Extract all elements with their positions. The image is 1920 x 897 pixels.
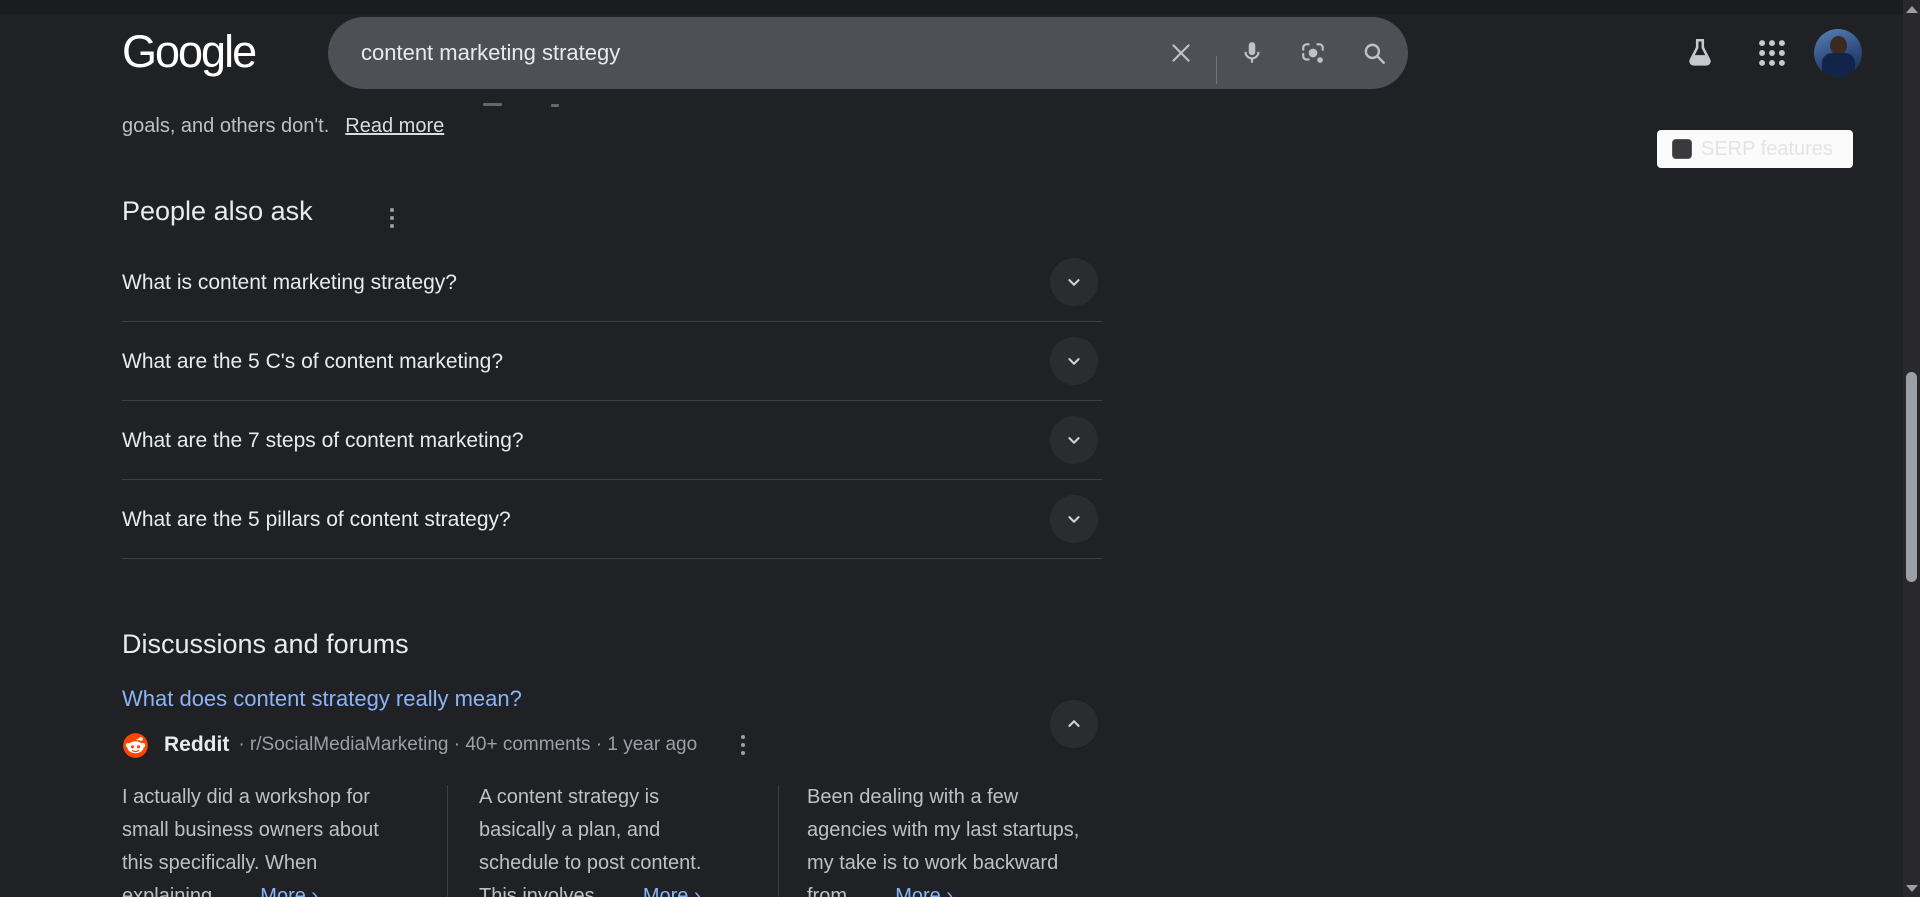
excerpt-tail: from ... xyxy=(807,885,870,897)
excerpt-line: Been dealing with a few xyxy=(807,786,1019,808)
serp-features-badge[interactable]: SERP features xyxy=(1657,130,1853,168)
paa-question-text: What are the 5 pillars of content strate… xyxy=(122,508,511,531)
clipped-text-fragment xyxy=(483,103,502,106)
excerpt-line: this specifically. When xyxy=(122,852,318,874)
expand-chevron-button[interactable] xyxy=(1050,258,1098,306)
clipped-text-fragment xyxy=(551,104,559,107)
paa-question-row[interactable]: What is content marketing strategy? xyxy=(122,243,1102,322)
google-lens-icon[interactable] xyxy=(1300,40,1326,66)
people-also-ask-title: People also ask xyxy=(122,196,313,226)
excerpt-line: A content strategy is xyxy=(479,786,660,808)
clear-search-icon[interactable] xyxy=(1168,40,1194,66)
people-also-ask-list: What is content marketing strategy? What… xyxy=(122,243,1102,559)
source-name[interactable]: Reddit xyxy=(164,733,229,757)
scroll-up-arrow-icon[interactable] xyxy=(1906,6,1918,13)
search-submit-icon[interactable] xyxy=(1361,40,1387,66)
discussion-thread-link[interactable]: What does content strategy really mean? xyxy=(122,686,522,712)
paa-question-row[interactable]: What are the 5 C's of content marketing? xyxy=(122,322,1102,401)
paa-question-text: What is content marketing strategy? xyxy=(122,271,457,294)
google-serp-dark-page: { "header": { "logo_text": "Google", "se… xyxy=(0,0,1920,897)
thread-meta: · r/SocialMediaMarketing · 40+ comments … xyxy=(238,734,698,755)
serp-features-label: SERP features xyxy=(1701,137,1833,160)
excerpt-line: schedule to post content. xyxy=(479,852,702,874)
more-link[interactable]: More › xyxy=(260,880,318,897)
avatar-body xyxy=(1822,53,1855,77)
column-divider xyxy=(778,785,779,897)
excerpt-tail: explaining ... xyxy=(122,885,235,897)
reddit-icon[interactable] xyxy=(122,732,149,759)
column-divider xyxy=(447,785,448,897)
snippet-text: goals, and others don't. xyxy=(122,115,330,137)
vertical-scrollbar[interactable] xyxy=(1903,0,1920,897)
labs-flask-icon[interactable] xyxy=(1683,36,1717,70)
more-link[interactable]: More › xyxy=(643,880,701,897)
excerpt-column: I actually did a workshop for small busi… xyxy=(122,781,422,897)
excerpt-line: I actually did a workshop for xyxy=(122,786,370,808)
excerpt-line: small business owners about xyxy=(122,819,379,841)
excerpt-line: basically a plan, and xyxy=(479,819,661,841)
more-link[interactable]: More › xyxy=(895,880,953,897)
scroll-down-arrow-icon[interactable] xyxy=(1906,885,1918,892)
expand-chevron-button[interactable] xyxy=(1050,416,1098,464)
apps-grid-icon[interactable] xyxy=(1755,36,1789,70)
main-content: goals, and others don't. Read more People… xyxy=(122,0,1102,897)
excerpt-line: my take is to work backward xyxy=(807,852,1059,874)
scrollbar-thumb[interactable] xyxy=(1906,372,1917,582)
paa-question-text: What are the 7 steps of content marketin… xyxy=(122,429,524,452)
serp-features-checkbox[interactable] xyxy=(1672,139,1692,159)
searchbar-divider xyxy=(1216,56,1217,84)
paa-menu-icon[interactable] xyxy=(384,202,400,234)
voice-search-icon[interactable] xyxy=(1239,40,1265,66)
profile-avatar[interactable] xyxy=(1814,29,1862,77)
read-more-link[interactable]: Read more xyxy=(345,115,444,137)
discussions-title: Discussions and forums xyxy=(122,629,409,659)
discussion-source-row: Reddit · r/SocialMediaMarketing · 40+ co… xyxy=(122,729,751,761)
paa-question-row[interactable]: What are the 5 pillars of content strate… xyxy=(122,480,1102,559)
excerpt-column: A content strategy is basically a plan, … xyxy=(479,781,779,897)
collapse-chevron-button[interactable] xyxy=(1050,700,1098,748)
answer-snippet-line: goals, and others don't. Read more xyxy=(122,115,444,138)
excerpt-tail: This involves ... xyxy=(479,885,617,897)
expand-chevron-button[interactable] xyxy=(1050,495,1098,543)
discussion-excerpts: I actually did a workshop for small busi… xyxy=(122,777,1102,897)
thread-menu-icon[interactable] xyxy=(735,729,751,761)
excerpt-column: Been dealing with a few agencies with my… xyxy=(807,781,1102,897)
paa-question-text: What are the 5 C's of content marketing? xyxy=(122,350,504,373)
paa-question-row[interactable]: What are the 7 steps of content marketin… xyxy=(122,401,1102,480)
expand-chevron-button[interactable] xyxy=(1050,337,1098,385)
excerpt-line: agencies with my last startups, xyxy=(807,819,1080,841)
